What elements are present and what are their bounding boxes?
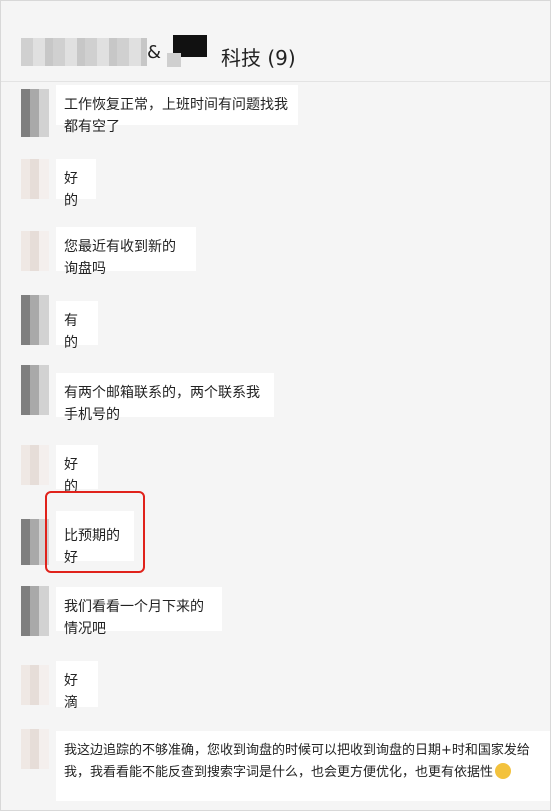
message-bubble[interactable]: 您最近有收到新的询盘吗 — [56, 227, 196, 277]
message-bubble[interactable]: 有的 — [56, 301, 98, 351]
avatar[interactable] — [21, 729, 49, 769]
annotation-highlight-box — [45, 491, 145, 573]
chat-header: & 科技 (9) — [1, 1, 550, 82]
message-text: 好滴 — [64, 673, 78, 711]
message-text: 您最近有收到新的询盘吗 — [64, 239, 176, 277]
message-bubble[interactable]: 工作恢复正常，上班时间有问题找我都有空了 — [56, 85, 298, 135]
avatar[interactable] — [21, 89, 49, 137]
message-text: 我这边追踪的不够准确，您收到询盘的时候可以把收到询盘的日期+时和国家发给我，我看… — [64, 743, 530, 780]
message-text: 我们看看一个月下来的情况吧 — [64, 599, 204, 637]
avatar[interactable] — [21, 665, 49, 705]
message-bubble[interactable]: 好滴 — [56, 661, 98, 711]
message-bubble[interactable]: 好的 — [56, 445, 98, 495]
smiley-emoji-icon — [495, 763, 512, 779]
avatar[interactable] — [21, 365, 49, 415]
chat-title-fragment: & — [147, 42, 162, 63]
redaction-block-small — [167, 53, 181, 67]
message-text: 好的 — [64, 171, 78, 209]
avatar[interactable] — [21, 295, 49, 345]
message-text: 好的 — [64, 457, 78, 495]
message-text: 有两个邮箱联系的，两个联系我手机号的 — [64, 385, 260, 423]
message-bubble[interactable]: 好的 — [56, 159, 96, 209]
avatar[interactable] — [21, 586, 49, 636]
message-bubble[interactable]: 我们看看一个月下来的情况吧 — [56, 587, 222, 637]
message-bubble[interactable]: 有两个邮箱联系的，两个联系我手机号的 — [56, 373, 274, 423]
avatar[interactable] — [21, 231, 49, 271]
chat-title[interactable]: 科技 (9) — [221, 42, 296, 71]
message-text: 工作恢复正常，上班时间有问题找我都有空了 — [64, 97, 288, 135]
blurred-title-part — [21, 38, 147, 66]
avatar[interactable] — [21, 159, 49, 199]
message-bubble[interactable]: 我这边追踪的不够准确，您收到询盘的时候可以把收到询盘的日期+时和国家发给我，我看… — [56, 731, 550, 801]
avatar[interactable] — [21, 445, 49, 485]
message-text: 有的 — [64, 313, 78, 351]
